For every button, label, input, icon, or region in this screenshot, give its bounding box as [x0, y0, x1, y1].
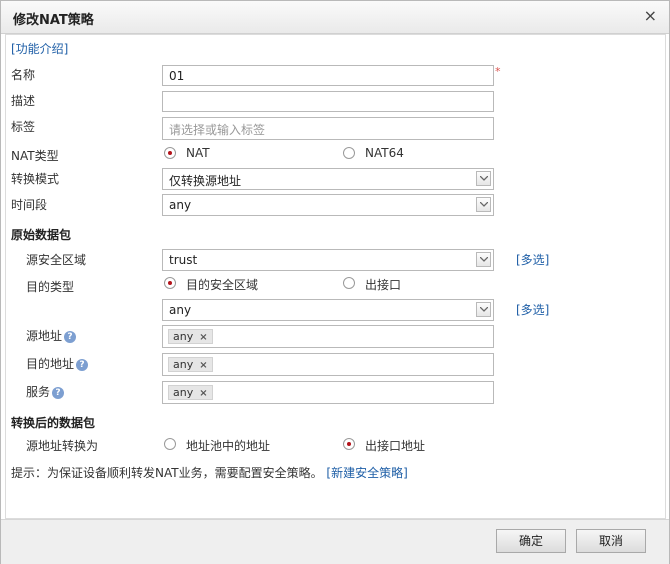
- service-field[interactable]: any ×: [162, 381, 494, 404]
- desc-label: 描述: [11, 94, 36, 108]
- src-zone-select[interactable]: trust: [162, 249, 494, 271]
- dst-type-radio-zone[interactable]: [164, 277, 176, 289]
- dialog-footer: 确定 取消: [1, 519, 669, 564]
- feature-intro-link[interactable]: [功能介绍]: [11, 40, 68, 57]
- mode-select-value: 仅转换源地址: [169, 174, 242, 188]
- nat-type-radio-nat[interactable]: [164, 147, 176, 159]
- dst-type-option-zone: 目的安全区域: [186, 278, 259, 292]
- dst-addr-label: 目的地址?: [26, 355, 89, 372]
- nat-type-radio-nat64[interactable]: [343, 147, 355, 159]
- chevron-down-icon[interactable]: [476, 302, 491, 317]
- tag-remove-icon[interactable]: ×: [199, 388, 207, 399]
- src-translate-option-pool: 地址池中的地址: [186, 439, 271, 453]
- nat-policy-dialog: 修改NAT策略 × [功能介绍] 名称 01 * 描述 标签 请选择或输入标签 …: [0, 0, 670, 564]
- help-icon[interactable]: ?: [76, 359, 89, 371]
- translated-packet-heading: 转换后的数据包: [11, 416, 96, 430]
- original-packet-heading: 原始数据包: [11, 228, 72, 242]
- time-select[interactable]: any: [162, 194, 494, 216]
- dst-addr-tag-label: any: [173, 358, 194, 371]
- chevron-down-icon[interactable]: [476, 197, 491, 212]
- dst-type-option-interface: 出接口: [365, 278, 402, 292]
- service-tag-label: any: [173, 386, 194, 399]
- close-icon[interactable]: ×: [644, 6, 657, 25]
- dst-zone-value: any: [169, 303, 192, 317]
- dst-zone-select[interactable]: any: [162, 299, 494, 321]
- nat-type-option-nat64: NAT64: [365, 146, 404, 160]
- dst-addr-field[interactable]: any ×: [162, 353, 494, 376]
- mode-label: 转换模式: [11, 172, 60, 186]
- src-addr-field[interactable]: any ×: [162, 325, 494, 348]
- src-zone-value: trust: [169, 253, 198, 267]
- dst-addr-tag: any ×: [168, 357, 213, 372]
- ok-button[interactable]: 确定: [496, 529, 566, 553]
- src-addr-tag: any ×: [168, 329, 213, 344]
- tag-input[interactable]: 请选择或输入标签: [162, 117, 494, 140]
- dst-type-label: 目的类型: [26, 280, 75, 294]
- hint-text: 提示：为保证设备顺利转发NAT业务，需要配置安全策略。: [11, 466, 323, 480]
- src-addr-tag-label: any: [173, 330, 194, 343]
- tag-remove-icon[interactable]: ×: [199, 332, 207, 343]
- new-security-policy-link[interactable]: [新建安全策略]: [326, 466, 407, 480]
- chevron-down-icon[interactable]: [476, 252, 491, 267]
- dst-addr-label-text: 目的地址: [26, 357, 75, 371]
- service-label: 服务?: [26, 383, 65, 400]
- time-label: 时间段: [11, 198, 48, 212]
- mode-select[interactable]: 仅转换源地址: [162, 168, 494, 190]
- src-addr-label: 源地址?: [26, 327, 77, 344]
- desc-input[interactable]: [162, 91, 494, 112]
- help-icon[interactable]: ?: [52, 387, 65, 399]
- nat-type-option-nat: NAT: [186, 146, 210, 160]
- hint-line: 提示：为保证设备顺利转发NAT业务，需要配置安全策略。 [新建安全策略]: [11, 464, 408, 481]
- dialog-body: [功能介绍] 名称 01 * 描述 标签 请选择或输入标签 NAT类型 NAT …: [5, 34, 666, 519]
- tag-label: 标签: [11, 120, 36, 134]
- src-addr-label-text: 源地址: [26, 329, 63, 343]
- nat-type-label: NAT类型: [11, 149, 59, 163]
- src-translate-option-interface: 出接口地址: [365, 439, 426, 453]
- dst-type-radio-interface[interactable]: [343, 277, 355, 289]
- src-translate-label: 源地址转换为: [26, 439, 99, 453]
- src-zone-multi-select-link[interactable]: [多选]: [516, 251, 549, 268]
- src-zone-label: 源安全区域: [26, 253, 87, 267]
- src-translate-radio-pool[interactable]: [164, 438, 176, 450]
- service-tag: any ×: [168, 385, 213, 400]
- dst-zone-multi-select-link[interactable]: [多选]: [516, 301, 549, 318]
- time-select-value: any: [169, 198, 192, 212]
- tag-remove-icon[interactable]: ×: [199, 360, 207, 371]
- dialog-titlebar: 修改NAT策略 ×: [1, 1, 669, 34]
- chevron-down-icon[interactable]: [476, 171, 491, 186]
- help-icon[interactable]: ?: [64, 331, 77, 343]
- dialog-title: 修改NAT策略: [13, 13, 94, 28]
- src-translate-radio-interface[interactable]: [343, 438, 355, 450]
- cancel-button[interactable]: 取消: [576, 529, 646, 553]
- name-input[interactable]: 01: [162, 65, 494, 86]
- service-label-text: 服务: [26, 385, 51, 399]
- name-label: 名称: [11, 68, 36, 82]
- required-mark: *: [495, 65, 501, 78]
